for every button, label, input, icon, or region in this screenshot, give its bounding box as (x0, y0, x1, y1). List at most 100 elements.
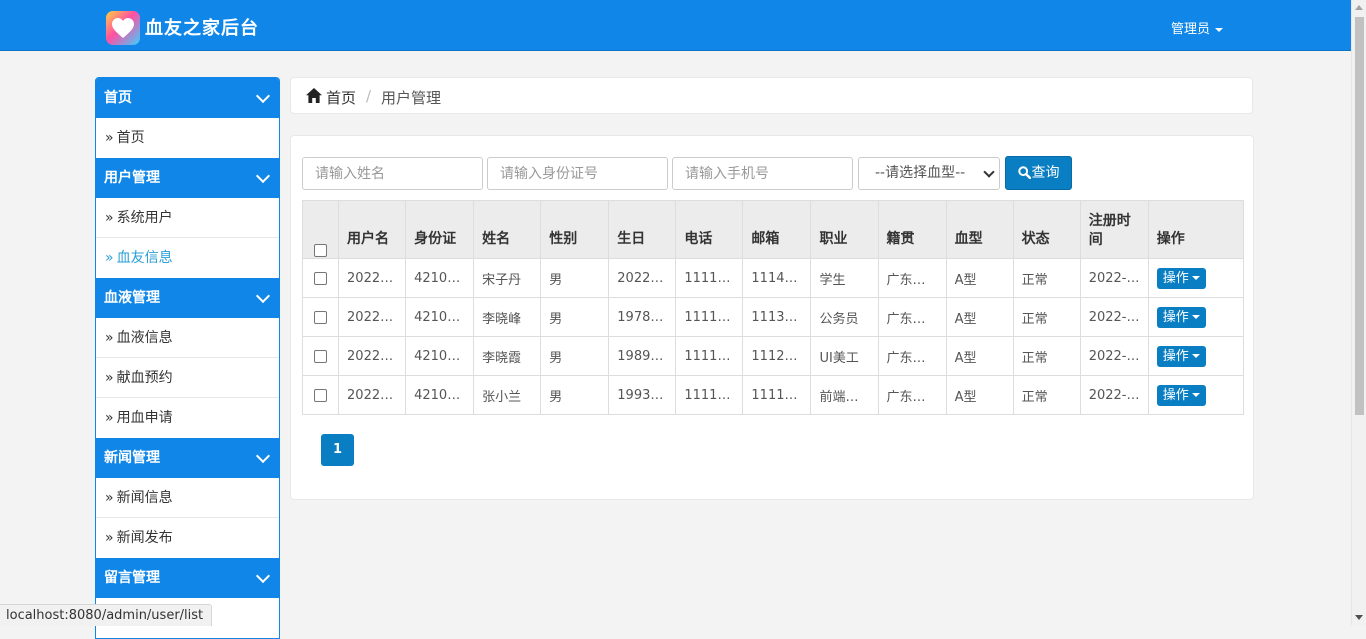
table-cell: 11111... (675, 336, 744, 376)
sidebar-item-label: 用血申请 (116, 410, 173, 426)
sidebar-group-home[interactable]: 首页 (96, 78, 279, 118)
sidebar-group-user-management[interactable]: 用户管理 (96, 158, 279, 198)
table-cell: 男 (540, 375, 610, 415)
scrollbar-thumb[interactable] (1355, 17, 1364, 415)
vertical-scrollbar[interactable] (1351, 0, 1366, 625)
sidebar-group-label: 首页 (104, 90, 132, 106)
raquo-icon: » (105, 250, 114, 266)
scroll-up-arrow-icon[interactable] (1355, 5, 1363, 10)
sidebar-group-message-management[interactable]: 留言管理 (96, 558, 279, 598)
breadcrumb-home-link[interactable]: 首页 (326, 87, 356, 108)
column-header-birthday: 生日 (608, 200, 677, 259)
table-cell: 公务员 (810, 297, 879, 337)
sidebar-item-system-users[interactable]: » 系统用户 (96, 198, 279, 238)
scroll-down-arrow-icon[interactable] (1355, 615, 1363, 620)
id-number-search-input[interactable] (487, 157, 668, 190)
actions-cell: 操作 (1147, 258, 1245, 298)
row-actions-dropdown-button[interactable]: 操作 (1156, 384, 1206, 406)
actions-cell: 操作 (1147, 336, 1245, 376)
top-navbar: 血友之家后台 管理员 (0, 0, 1351, 51)
table-cell: 2022-1... (1079, 297, 1149, 337)
sidebar-item-label: 献血预约 (116, 370, 173, 386)
column-header-blood-type: 血型 (945, 200, 1014, 259)
table-cell: 1978-0... (608, 297, 677, 337)
sidebar-item-news-info[interactable]: » 新闻信息 (96, 478, 279, 518)
table-cell: 2022004 (338, 258, 407, 298)
sidebar-group-news-management[interactable]: 新闻管理 (96, 438, 279, 478)
table-cell: 正常 (1012, 258, 1081, 298)
home-icon[interactable] (306, 88, 322, 103)
select-all-cell (301, 200, 340, 259)
row-checkbox[interactable] (314, 271, 328, 285)
sidebar-item-hemophilia-info[interactable]: » 血友信息 (96, 238, 279, 278)
sidebar-group-blood-management[interactable]: 血液管理 (96, 278, 279, 318)
table-cell: 2022003 (338, 297, 407, 337)
app-logo-icon[interactable] (106, 11, 140, 45)
row-checkbox[interactable] (314, 388, 328, 402)
link-status-bar: localhost:8080/admin/user/list (0, 604, 213, 626)
table-cell: 男 (540, 258, 610, 298)
sidebar-item-label: 血液信息 (116, 330, 173, 346)
phone-search-input[interactable] (672, 157, 853, 190)
admin-user-menu[interactable]: 管理员 (1171, 18, 1224, 37)
sidebar-item-news-publish[interactable]: » 新闻发布 (96, 518, 279, 558)
column-header-name: 姓名 (473, 200, 542, 259)
actions-label: 操作 (1162, 387, 1189, 403)
name-search-input[interactable] (302, 157, 483, 190)
sidebar-item-blood-info[interactable]: » 血液信息 (96, 318, 279, 358)
actions-label: 操作 (1162, 309, 1189, 325)
pagination-page-1[interactable]: 1 (321, 434, 354, 466)
raquo-icon: » (105, 490, 114, 506)
table-cell: 1989-0... (608, 336, 677, 376)
blood-type-select-value: --请选择血型-- (875, 165, 966, 181)
table-cell: 42101... (405, 258, 475, 298)
sidebar: 首页 » 首页 用户管理 » 系统用户 » 血友信息 血液管理 » 血液信息 » 献血预约… (95, 77, 280, 639)
sidebar-item-label: 血友信息 (116, 250, 173, 266)
app-brand-title: 血友之家后台 (145, 18, 259, 39)
chevron-down-icon (255, 448, 271, 464)
breadcrumb-current: 用户管理 (381, 89, 442, 107)
caret-down-icon (1191, 393, 1200, 397)
sidebar-group-label: 留言管理 (104, 570, 160, 586)
table-cell: 11111... (675, 258, 744, 298)
select-all-checkbox[interactable] (314, 243, 328, 257)
row-checkbox[interactable] (314, 310, 328, 324)
actions-label: 操作 (1162, 270, 1189, 286)
row-actions-dropdown-button[interactable]: 操作 (1156, 306, 1206, 328)
table-cell: 1111@... (742, 375, 812, 415)
table-cell: 广东省... (877, 336, 947, 376)
user-list-panel: --请选择血型-- 查询 用户名 身份证 姓名 性别 生日 电话 邮箱 (290, 135, 1254, 500)
table-header-row: 用户名 身份证 姓名 性别 生日 电话 邮箱 职业 籍贯 血型 状态 注册时间 … (301, 200, 1245, 259)
table-cell: 男 (540, 336, 610, 376)
table-cell: 2022-1... (1079, 375, 1149, 415)
table-row: 2022002 42101... 李晓霞 男 1989-0... 11111..… (301, 336, 1245, 376)
chevron-down-icon (255, 168, 271, 184)
table-cell: 前端工... (810, 375, 879, 415)
table-cell: 李晓峰 (473, 297, 542, 337)
table-cell: 男 (540, 297, 610, 337)
search-button[interactable]: 查询 (1005, 156, 1072, 190)
sidebar-item-home[interactable]: » 首页 (96, 118, 279, 158)
row-checkbox[interactable] (314, 349, 328, 363)
row-actions-dropdown-button[interactable]: 操作 (1156, 345, 1206, 367)
row-actions-dropdown-button[interactable]: 操作 (1156, 267, 1206, 289)
table-cell: 广东省... (877, 297, 947, 337)
sidebar-group-label: 血液管理 (104, 290, 160, 306)
table-cell: 42101... (405, 336, 475, 376)
sidebar-item-blood-request[interactable]: » 用血申请 (96, 398, 279, 438)
table-cell: A型 (945, 297, 1014, 337)
chevron-down-icon (255, 288, 271, 304)
caret-down-icon (1191, 354, 1200, 358)
table-cell: 正常 (1012, 336, 1081, 376)
row-checkbox-cell (301, 297, 340, 337)
column-header-hometown: 籍贯 (877, 200, 947, 259)
blood-type-select[interactable]: --请选择血型-- (858, 157, 1000, 190)
column-header-actions: 操作 (1147, 200, 1245, 259)
sidebar-item-donation-booking[interactable]: » 献血预约 (96, 358, 279, 398)
row-checkbox-cell (301, 258, 340, 298)
raquo-icon: » (105, 130, 114, 146)
search-button-label: 查询 (1031, 165, 1060, 181)
table-cell: 42101... (405, 297, 475, 337)
table-cell: 1112@... (742, 336, 812, 376)
actions-cell: 操作 (1147, 375, 1245, 415)
